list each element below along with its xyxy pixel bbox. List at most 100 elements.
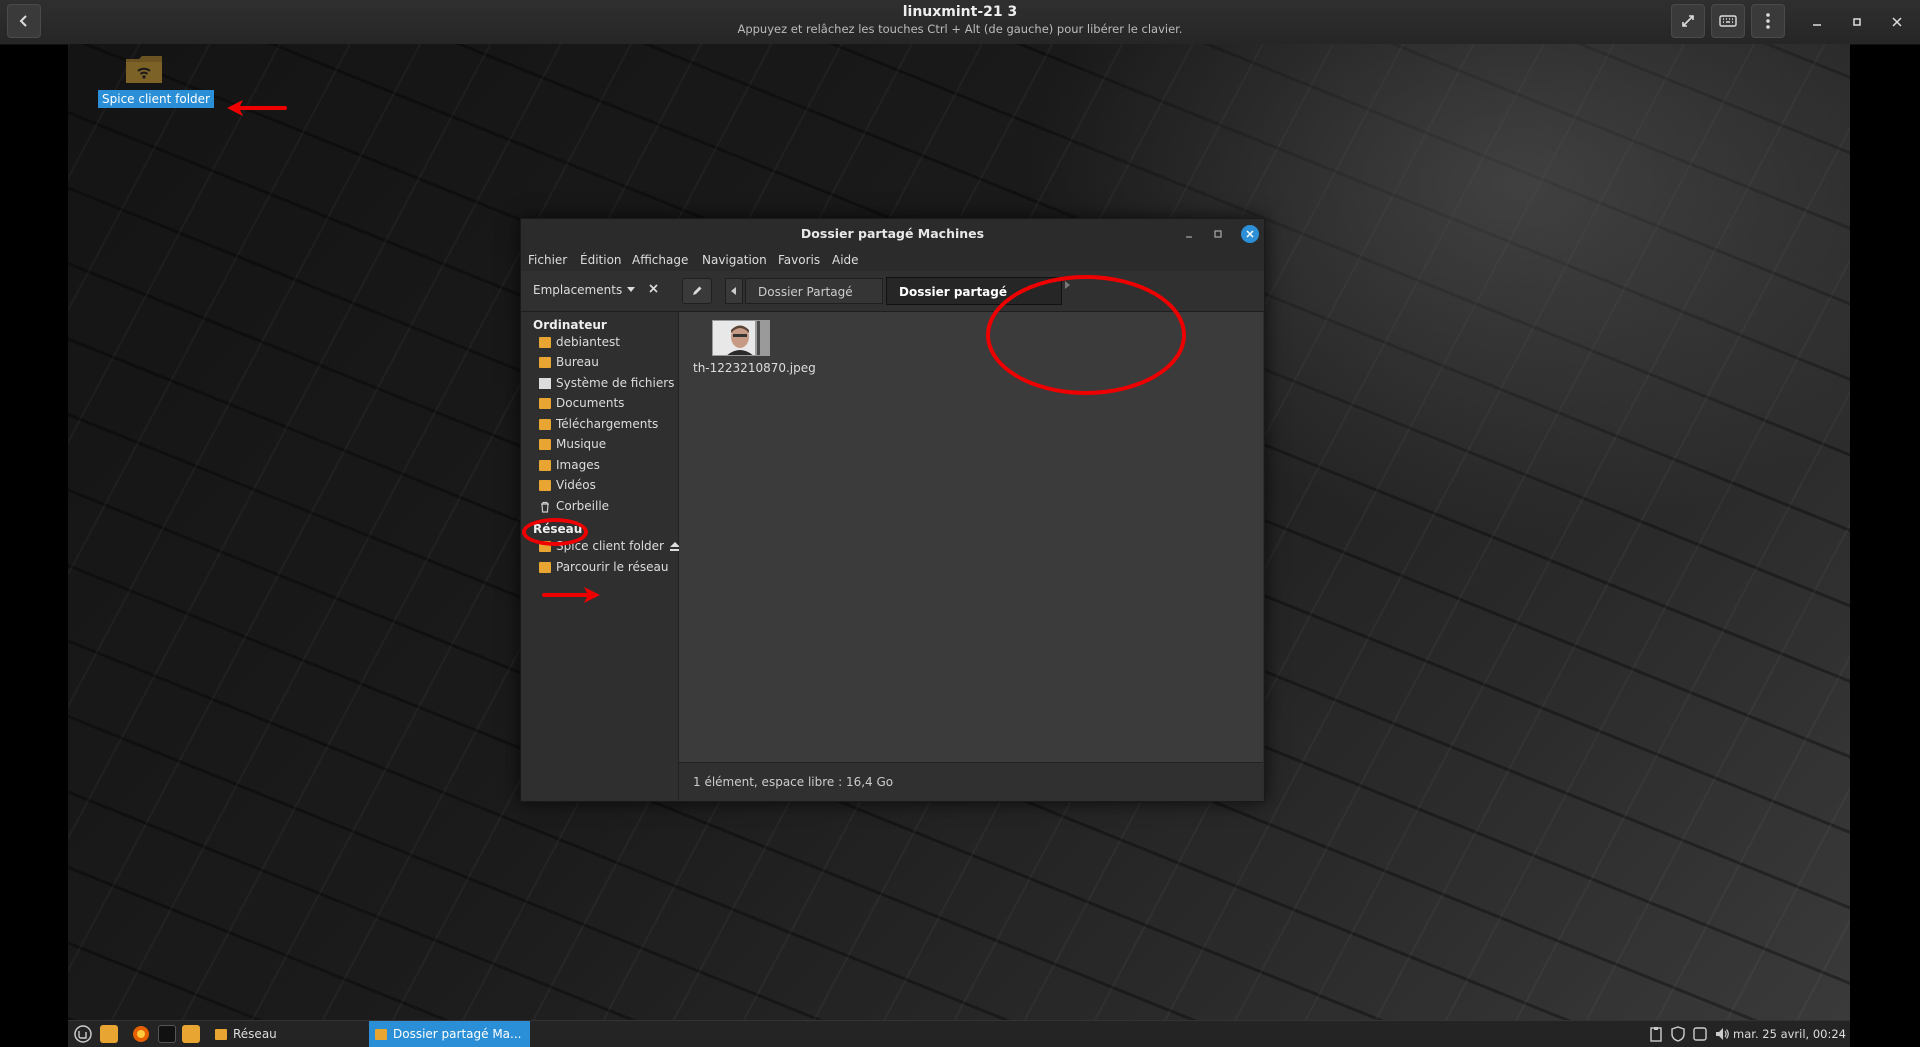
volume-icon[interactable] <box>1714 1026 1730 1042</box>
minimize-button[interactable] <box>1803 8 1831 36</box>
edit-location-button[interactable] <box>682 278 712 304</box>
fullscreen-button[interactable] <box>1671 4 1705 38</box>
window-maximize-button[interactable] <box>1209 225 1227 243</box>
menu-favoris[interactable]: Favoris <box>778 253 820 267</box>
sidebar-item-label: Système de fichiers <box>556 376 675 390</box>
folder-launcher-icon[interactable] <box>182 1025 200 1043</box>
annotation-ellipse-breadcrumb <box>986 275 1186 395</box>
firefox-launcher[interactable] <box>132 1025 150 1043</box>
folder-icon <box>539 438 551 450</box>
trash-icon <box>539 501 551 513</box>
annotation-arrow-icon <box>227 100 287 116</box>
network-status-icon[interactable] <box>1692 1026 1708 1042</box>
folder-icon <box>539 459 551 471</box>
maximize-button[interactable] <box>1843 8 1871 36</box>
menu-aide[interactable]: Aide <box>832 253 859 267</box>
folder-icon <box>539 418 551 430</box>
sidebar-item-corbeille[interactable]: Corbeille <box>539 497 609 515</box>
minimize-icon <box>1813 24 1821 26</box>
taskbar-task-label: Réseau <box>233 1027 277 1041</box>
annotation-arrow-sidebar-icon <box>542 587 600 603</box>
folder-icon <box>539 479 551 491</box>
menu-edition[interactable]: Édition <box>580 253 622 267</box>
terminal-launcher-icon[interactable] <box>158 1025 176 1043</box>
folder-icon <box>375 1028 387 1040</box>
maximize-icon <box>1853 18 1861 26</box>
breadcrumb-prev-button[interactable] <box>725 278 743 304</box>
sidebar-header-computer: Ordinateur <box>533 318 607 332</box>
menu-navigation[interactable]: Navigation <box>702 253 767 267</box>
places-dropdown-label: Emplacements <box>533 283 623 297</box>
close-icon <box>1892 17 1902 27</box>
caret-left-icon <box>731 287 736 295</box>
clock[interactable]: mar. 25 avril, 00:24 <box>1733 1027 1846 1041</box>
sidebar-item-filesystem[interactable]: Système de fichiers <box>539 374 674 392</box>
network-folder-icon <box>125 54 163 84</box>
sidebar-item-images[interactable]: Images <box>539 456 600 474</box>
taskbar: Réseau Dossier partagé Ma... mar. 25 avr… <box>68 1020 1850 1047</box>
taskbar-task-label: Dossier partagé Ma... <box>393 1027 522 1041</box>
desktop-icon-spice-folder[interactable]: Spice client folder <box>98 54 214 108</box>
close-icon <box>1246 230 1254 238</box>
places-dropdown[interactable]: Emplacements <box>533 283 636 297</box>
maximize-icon <box>1214 230 1222 238</box>
drive-icon <box>539 377 551 389</box>
clipboard-icon[interactable] <box>1648 1026 1664 1042</box>
firefox-icon <box>133 1026 149 1042</box>
menu-affichage[interactable]: Affichage <box>632 253 688 267</box>
sidebar-item-bureau[interactable]: Bureau <box>539 353 599 371</box>
more-options-button[interactable] <box>1751 4 1785 38</box>
file-manager-window: Dossier partagé Machines Fichier Édition… <box>520 218 1265 802</box>
sidebar-item-label: Corbeille <box>556 499 610 513</box>
menu-fichier[interactable]: Fichier <box>528 253 567 267</box>
file-name: th-1223210870.jpeg <box>693 361 816 375</box>
file-item[interactable]: th-1223210870.jpeg <box>693 320 816 375</box>
viewer-toolbar: linuxmint-21 3 Appuyez et relâchez les t… <box>0 0 1920 45</box>
window-titlebar[interactable]: Dossier partagé Machines <box>521 219 1264 249</box>
menu-button[interactable] <box>74 1025 92 1043</box>
sidebar-item-label: debiantest <box>556 335 620 349</box>
sidebar-item-label: Musique <box>556 437 607 451</box>
sidebar-item-videos[interactable]: Vidéos <box>539 476 596 494</box>
expand-icon <box>1682 15 1694 27</box>
keyboard-button[interactable] <box>1711 4 1745 38</box>
files-launcher-icon[interactable] <box>100 1025 118 1043</box>
breadcrumb-parent[interactable]: Dossier Partagé Machines <box>745 278 883 325</box>
close-button[interactable] <box>1883 8 1911 36</box>
status-text: 1 élément, espace libre : 16,4 Go <box>693 775 894 789</box>
image-thumbnail <box>712 320 770 356</box>
pencil-icon <box>693 286 702 295</box>
shield-icon[interactable] <box>1670 1026 1686 1042</box>
sidebar-item-browse-network[interactable]: Parcourir le réseau <box>539 558 668 576</box>
kebab-menu-icon <box>1766 13 1770 29</box>
annotation-ellipse-network <box>522 518 588 546</box>
window-close-button[interactable] <box>1241 225 1259 243</box>
file-view[interactable]: th-1223210870.jpeg <box>679 312 1263 762</box>
caret-down-icon <box>627 287 636 292</box>
sidebar-item-label: Vidéos <box>556 478 596 492</box>
desktop-icon-label: Spice client folder <box>98 90 214 108</box>
window-title: Dossier partagé Machines <box>800 226 985 241</box>
sidebar-item-label: Documents <box>556 396 625 410</box>
sidebar-item-documents[interactable]: Documents <box>539 394 624 412</box>
places-sidebar: Ordinateur debiantest Bureau Système de … <box>521 312 680 800</box>
sidebar-item-debiantest[interactable]: debiantest <box>539 333 620 351</box>
folder-icon <box>539 397 551 409</box>
close-sidebar-button[interactable] <box>649 282 658 297</box>
sidebar-item-label: Images <box>556 458 600 472</box>
status-bar: 1 élément, espace libre : 16,4 Go <box>679 762 1263 801</box>
taskbar-task-active[interactable]: Dossier partagé Ma... <box>369 1021 530 1047</box>
sidebar-item-telechargements[interactable]: Téléchargements <box>539 415 658 433</box>
sidebar-item-label: Parcourir le réseau <box>556 560 669 574</box>
sidebar-item-musique[interactable]: Musique <box>539 435 606 453</box>
close-icon <box>649 284 658 293</box>
viewer-subtitle: Appuyez et relâchez les touches Ctrl + A… <box>737 22 1183 36</box>
minimize-icon <box>1186 236 1192 238</box>
mint-logo-icon <box>74 1025 92 1043</box>
folder-icon <box>539 356 551 368</box>
menu-bar: Fichier Édition Affichage Navigation Fav… <box>521 249 1264 271</box>
home-folder-icon <box>539 336 551 348</box>
folder-icon <box>215 1028 227 1040</box>
taskbar-task-reseau[interactable]: Réseau <box>215 1023 277 1045</box>
window-minimize-button[interactable] <box>1180 225 1198 243</box>
